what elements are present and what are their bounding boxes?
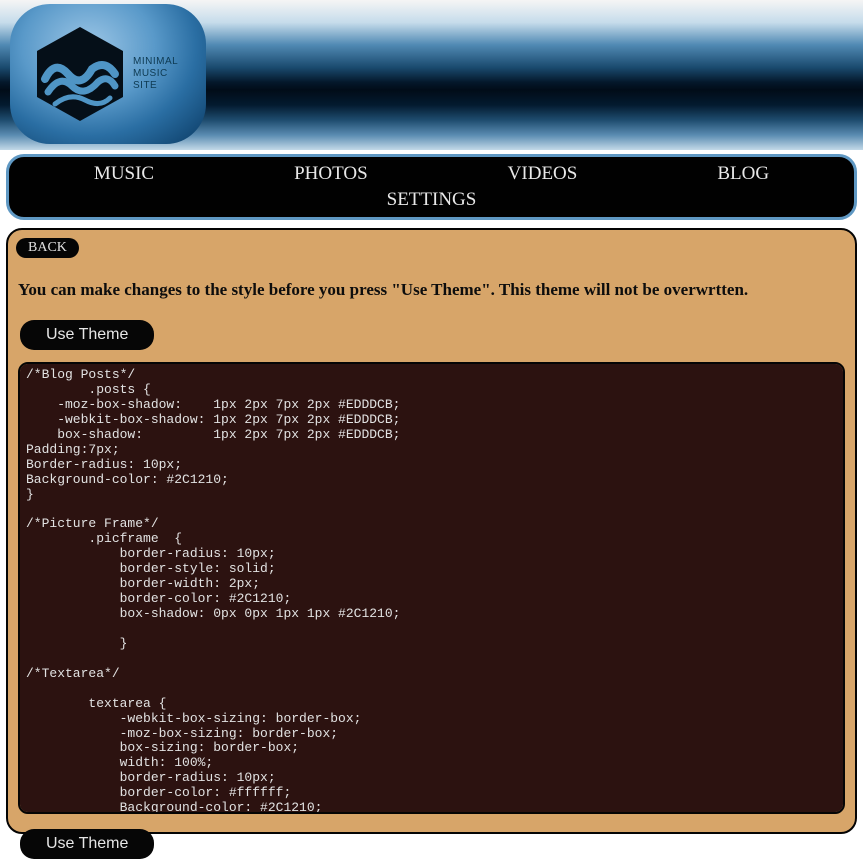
wave-hex-icon [30,24,130,124]
back-button[interactable]: BACK [16,238,79,258]
logo-badge[interactable]: MINIMAL MUSIC SITE [10,4,206,144]
nav-blog[interactable]: BLOG [647,161,839,187]
css-editor[interactable] [18,362,845,814]
content-panel: BACK You can make changes to the style b… [6,228,857,834]
use-theme-button-bottom[interactable]: Use Theme [20,829,154,859]
logo-text-line2: MUSIC [133,68,178,80]
nav-row-2: SETTINGS [9,187,854,213]
nav-photos[interactable]: PHOTOS [224,161,438,187]
logo-text-line1: MINIMAL [133,56,178,68]
logo-text-line3: SITE [133,80,178,92]
nav-row-1: MUSIC PHOTOS VIDEOS BLOG [9,161,854,187]
panel-title: You can make changes to the style before… [18,280,847,300]
header-band: MINIMAL MUSIC SITE [0,0,863,150]
nav-bar: MUSIC PHOTOS VIDEOS BLOG SETTINGS [6,154,857,220]
nav-settings[interactable]: SETTINGS [317,187,547,213]
nav-music[interactable]: MUSIC [24,161,224,187]
logo-mark [22,17,137,132]
logo-text: MINIMAL MUSIC SITE [133,56,178,92]
use-theme-button-top[interactable]: Use Theme [20,320,154,350]
nav-videos[interactable]: VIDEOS [438,161,648,187]
